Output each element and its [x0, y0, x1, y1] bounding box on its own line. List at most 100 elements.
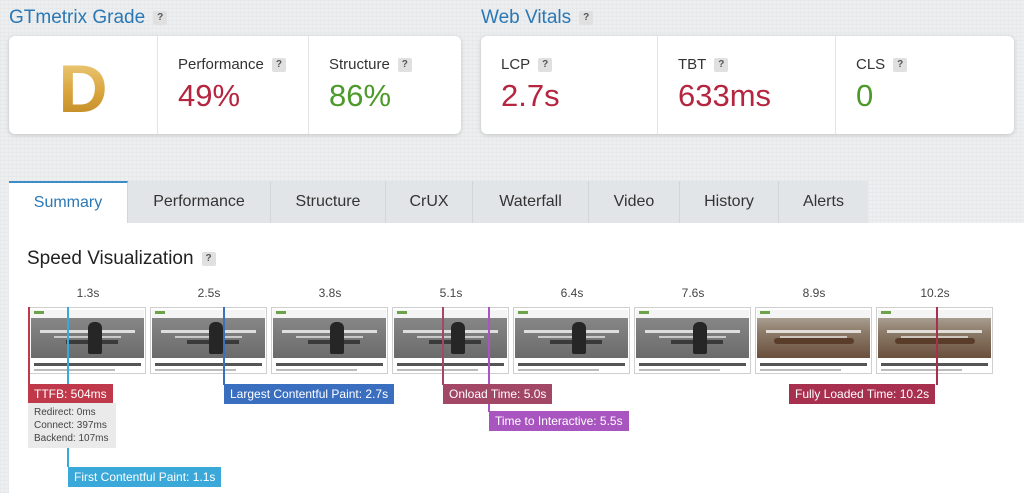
grade-letter: D [9, 50, 157, 128]
fully-loaded-marker-line [936, 307, 938, 385]
lcp-value: 2.7s [501, 78, 560, 113]
timestamp-label: 5.1s [439, 286, 463, 300]
speed-visualization-title-text: Speed Visualization [27, 248, 194, 269]
help-icon[interactable]: ? [201, 252, 216, 266]
help-icon[interactable]: ? [153, 11, 168, 25]
backend-time: Backend: 107ms [34, 433, 109, 444]
gtmetrix-grade-title-text: GTmetrix Grade [9, 7, 146, 28]
frame-caption [518, 363, 625, 366]
frame-caption [760, 363, 867, 366]
timestamp-label: 6.4s [560, 286, 584, 300]
logo-icon [397, 311, 407, 314]
logo-icon [34, 311, 44, 314]
frame-topbar [878, 310, 991, 318]
help-icon[interactable]: ? [271, 57, 286, 72]
lcp-label: LCP ? [501, 56, 553, 73]
tbt-value: 633ms [678, 78, 772, 113]
filmstrip-frame[interactable] [29, 307, 146, 374]
tab-crux[interactable]: CrUX [386, 181, 473, 223]
frame-topbar [757, 310, 870, 318]
filmstrip-frame[interactable] [392, 307, 509, 374]
frame-caption [518, 369, 599, 371]
lcp-cell: LCP ? 2.7s [481, 36, 658, 134]
frame-topbar [636, 310, 749, 318]
grade-card: D Performance ? 49% Structure ? 86% [9, 36, 461, 134]
help-icon[interactable]: ? [397, 57, 412, 72]
frame-caption [639, 363, 746, 366]
tab-waterfall[interactable]: Waterfall [473, 181, 589, 223]
person-icon [209, 322, 223, 354]
frame-caption [881, 369, 962, 371]
timestamp-label: 1.3s [76, 286, 100, 300]
structure-label-text: Structure [329, 56, 390, 73]
onload-marker-label[interactable]: Onload Time: 5.0s [443, 384, 553, 404]
tab-performance[interactable]: Performance [128, 181, 271, 223]
frame-topbar [394, 310, 507, 318]
vitals-card: LCP ? 2.7s TBT ? 633ms CLS ? 0 [481, 36, 1014, 134]
person-icon [572, 322, 586, 354]
tbt-label-text: TBT [678, 56, 707, 73]
tab-structure[interactable]: Structure [271, 181, 386, 223]
ttfb-marker-line [28, 307, 30, 385]
lcp-label-text: LCP [501, 56, 531, 73]
cls-label-text: CLS [856, 56, 886, 73]
frame-caption [639, 369, 720, 371]
web-vitals-title-text: Web Vitals [481, 7, 572, 28]
structure-cell: Structure ? 86% [309, 36, 461, 134]
redirect-time: Redirect: 0ms [34, 407, 96, 418]
performance-cell: Performance ? 49% [158, 36, 309, 134]
frame-caption [276, 363, 383, 366]
tab-history[interactable]: History [680, 181, 779, 223]
tbt-label: TBT ? [678, 56, 729, 73]
tab-summary[interactable]: Summary [9, 181, 128, 223]
filmstrip-frame[interactable] [755, 307, 872, 374]
connect-time: Connect: 397ms [34, 420, 107, 431]
structure-label: Structure ? [329, 56, 412, 73]
tti-marker-label[interactable]: Time to Interactive: 5.5s [489, 411, 629, 431]
speed-visualization-title: Speed Visualization ? [27, 248, 216, 270]
help-icon[interactable]: ? [538, 57, 553, 72]
filmstrip-frame[interactable] [150, 307, 267, 374]
filmstrip-frame[interactable] [634, 307, 751, 374]
logo-icon [155, 311, 165, 314]
tab-video[interactable]: Video [589, 181, 680, 223]
conference-table-icon [895, 338, 975, 344]
frame-caption [881, 363, 988, 366]
filmstrip-frame[interactable] [513, 307, 630, 374]
help-icon[interactable]: ? [893, 57, 908, 72]
person-icon [88, 322, 102, 354]
logo-icon [276, 311, 286, 314]
frame-caption [276, 369, 357, 371]
frame-caption [760, 369, 841, 371]
timestamp-label: 10.2s [920, 286, 950, 300]
performance-label: Performance ? [178, 56, 286, 73]
frame-caption [34, 363, 141, 366]
timestamp-label: 8.9s [802, 286, 826, 300]
ttfb-label[interactable]: TTFB: 504ms [28, 384, 113, 404]
tab-alerts[interactable]: Alerts [779, 181, 868, 223]
fcp-marker-label[interactable]: First Contentful Paint: 1.1s [68, 467, 222, 487]
frame-topbar [515, 310, 628, 318]
lcp-marker-label[interactable]: Largest Contentful Paint: 2.7s [224, 384, 395, 404]
help-icon[interactable]: ? [714, 57, 729, 72]
timestamp-label: 3.8s [318, 286, 342, 300]
frame-caption [34, 369, 115, 371]
person-icon [330, 322, 344, 354]
filmstrip-frame[interactable] [271, 307, 388, 374]
help-icon[interactable]: ? [579, 11, 594, 25]
performance-value: 49% [178, 78, 241, 113]
fully-loaded-marker-label[interactable]: Fully Loaded Time: 10.2s [789, 384, 936, 404]
ttfb-breakdown: Redirect: 0ms Connect: 397ms Backend: 10… [28, 403, 116, 448]
timestamp-label: 7.6s [681, 286, 705, 300]
cls-value: 0 [856, 78, 874, 113]
logo-icon [518, 311, 528, 314]
person-icon [693, 322, 707, 354]
web-vitals-title: Web Vitals ? [481, 7, 594, 29]
lcp-marker-line [223, 307, 225, 385]
frame-topbar [273, 310, 386, 318]
structure-value: 86% [329, 78, 392, 113]
grade-cell: D [9, 36, 158, 134]
person-icon [451, 322, 465, 354]
conference-table-icon [774, 338, 854, 344]
filmstrip-frame[interactable] [876, 307, 993, 374]
